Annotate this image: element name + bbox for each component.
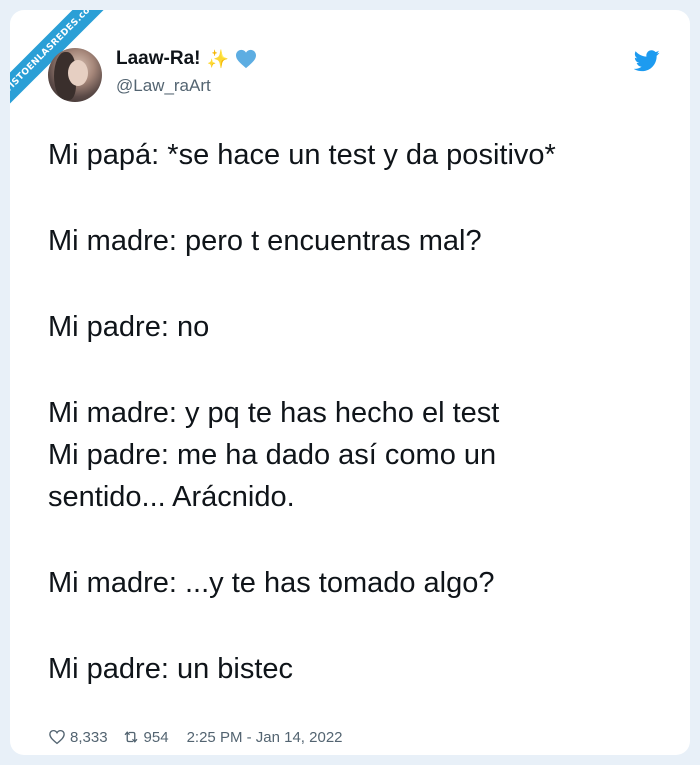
tweet-line: Mi papá: *se hace un test y da positivo* <box>48 139 556 171</box>
display-name[interactable]: Laaw-Ra! <box>116 48 200 70</box>
tweet-line: sentido... Arácnido. <box>48 481 295 513</box>
like-count: 8,333 <box>70 728 108 746</box>
avatar[interactable] <box>48 48 102 102</box>
tweet-card: VISTOENLASREDES.com Laaw-Ra! ✨ @Law_raAr… <box>10 10 690 755</box>
sparkles-icon: ✨ <box>206 48 229 70</box>
retweet-icon[interactable] <box>122 728 140 746</box>
tweet-line: Mi madre: y pq te has hecho el test <box>48 397 500 429</box>
tweet-line: Mi madre: ...y te has tomado algo? <box>48 567 495 599</box>
tweet-line: Mi padre: me ha dado así como un <box>48 439 497 471</box>
tweet-text: Mi papá: *se hace un test y da positivo*… <box>48 134 658 690</box>
tweet-line: Mi madre: pero t encuentras mal? <box>48 225 482 257</box>
tweet-line: Mi padre: no <box>48 311 210 343</box>
retweet-stat[interactable]: 954 <box>122 728 169 746</box>
author-handle[interactable]: @Law_raArt <box>116 76 211 96</box>
tweet-line: Mi padre: un bistec <box>48 653 294 685</box>
retweet-count: 954 <box>143 728 169 746</box>
blue-heart-icon <box>235 49 256 69</box>
avatar-face <box>68 60 88 86</box>
twitter-bird-icon[interactable] <box>634 50 660 72</box>
timestamp[interactable]: 2:25 PM - Jan 14, 2022 <box>187 729 343 746</box>
like-stat[interactable]: 8,333 <box>48 728 108 746</box>
author-name-row: Laaw-Ra! ✨ <box>116 48 257 70</box>
heart-icon[interactable] <box>48 728 66 746</box>
tweet-footer: 8,333 954 2:25 PM - Jan 14, 2022 <box>48 728 343 746</box>
